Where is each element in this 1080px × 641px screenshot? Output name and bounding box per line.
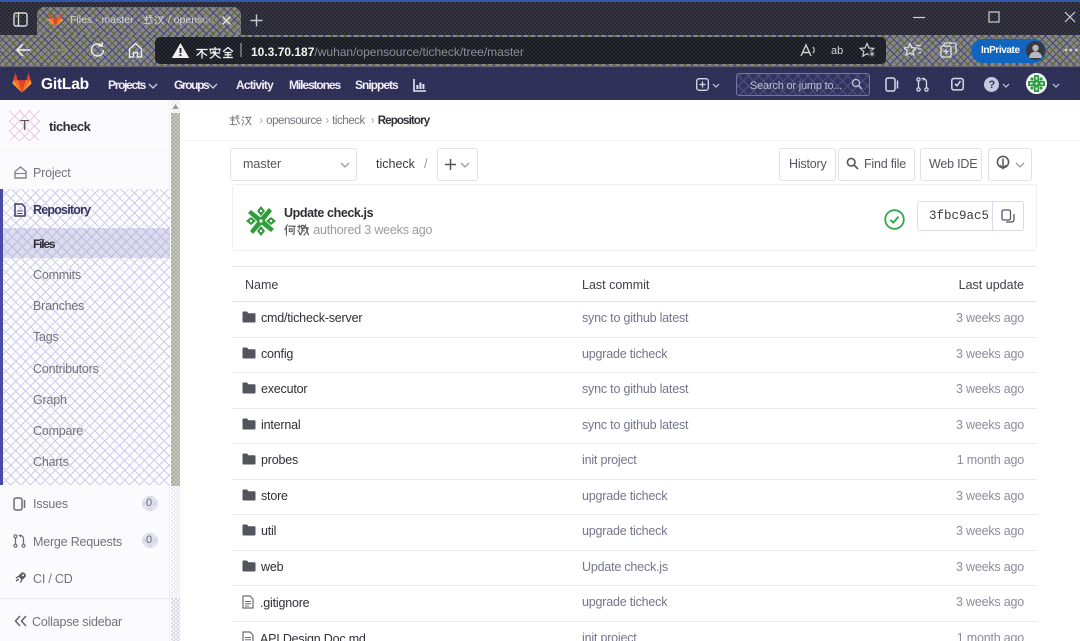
svg-text:ab: ab <box>831 45 843 57</box>
